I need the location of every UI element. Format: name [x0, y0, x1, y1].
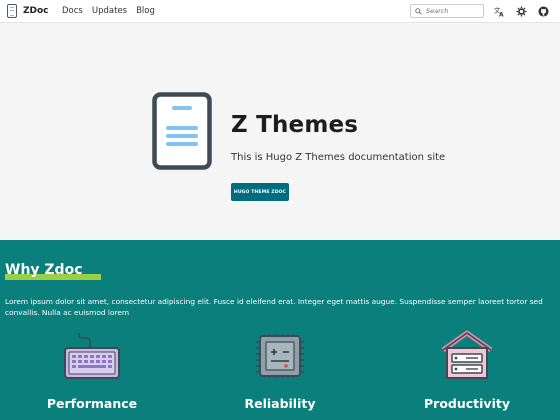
feature-label-reliability: Reliability [244, 396, 316, 411]
keyboard-icon [64, 333, 120, 379]
document-icon [152, 92, 212, 170]
server-house-icon [441, 330, 493, 379]
search-box[interactable] [410, 4, 484, 18]
search-icon [415, 7, 422, 15]
feature-reliability: Reliability [215, 328, 345, 411]
theme-toggle-icon[interactable] [516, 6, 527, 17]
search-input[interactable] [426, 7, 484, 15]
site-logo[interactable]: ZDoc [7, 4, 49, 18]
feature-label-performance: Performance [46, 396, 138, 411]
translate-icon[interactable]: 文 A [494, 6, 505, 17]
hugo-theme-zdoc-button[interactable]: HUGO THEME ZDOC [231, 183, 289, 201]
document-logo-icon [7, 4, 17, 18]
logo-text: ZDoc [23, 6, 49, 16]
nav-link-updates[interactable]: Updates [92, 6, 127, 16]
svg-text:A: A [499, 12, 504, 17]
top-navbar: ZDoc Docs Updates Blog 文 A [0, 0, 560, 23]
hero-section: Z Themes This is Hugo Z Themes documenta… [0, 23, 560, 240]
github-icon[interactable] [538, 6, 549, 17]
section-description: Lorem ipsum dolor sit amet, consectetur … [5, 297, 543, 318]
hero-subtitle: This is Hugo Z Themes documentation site [231, 152, 446, 163]
feature-label-productivity: Productivity [424, 396, 510, 411]
nav-links: Docs Updates Blog [62, 6, 155, 16]
nav-link-docs[interactable]: Docs [62, 6, 83, 16]
section-title: Why Zdoc [5, 262, 83, 278]
feature-performance: Performance [27, 328, 157, 411]
chip-icon [256, 334, 304, 378]
nav-link-blog[interactable]: Blog [136, 6, 155, 16]
why-zdoc-section: Why Zdoc Lorem ipsum dolor sit amet, con… [0, 240, 560, 420]
hero-title: Z Themes [231, 112, 359, 138]
feature-productivity: Productivity [402, 328, 532, 411]
